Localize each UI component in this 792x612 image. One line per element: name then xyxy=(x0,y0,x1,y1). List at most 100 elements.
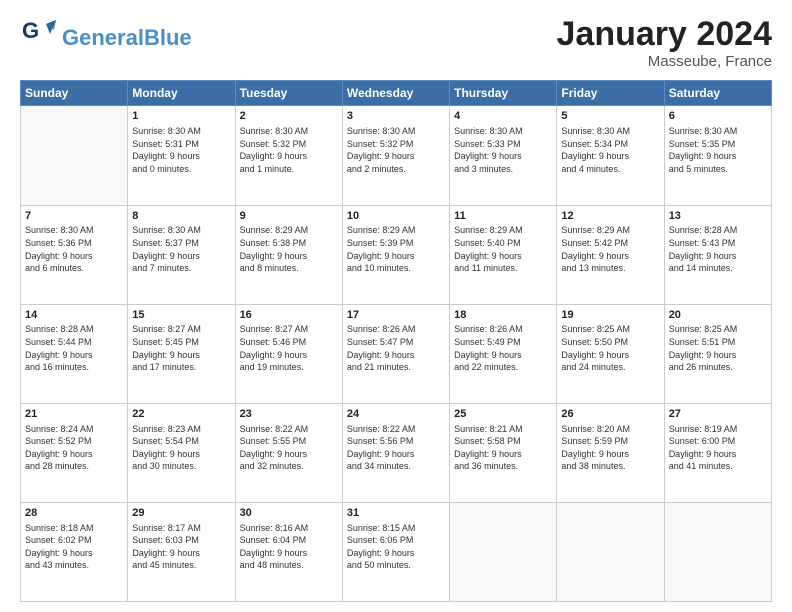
day-info: Sunrise: 8:30 AM xyxy=(132,224,230,237)
day-info: and 10 minutes. xyxy=(347,262,445,275)
day-info: Daylight: 9 hours xyxy=(240,150,338,163)
day-info: and 45 minutes. xyxy=(132,559,230,572)
day-info: Sunset: 5:33 PM xyxy=(454,138,552,151)
day-info: Daylight: 9 hours xyxy=(669,150,767,163)
day-info: Daylight: 9 hours xyxy=(132,150,230,163)
day-info: Daylight: 9 hours xyxy=(454,250,552,263)
table-row: 12Sunrise: 8:29 AMSunset: 5:42 PMDayligh… xyxy=(557,205,664,304)
day-info: Sunset: 5:44 PM xyxy=(25,336,123,349)
day-info: Sunrise: 8:20 AM xyxy=(561,423,659,436)
day-info: and 4 minutes. xyxy=(561,163,659,176)
day-info: Sunset: 5:43 PM xyxy=(669,237,767,250)
day-info: Daylight: 9 hours xyxy=(669,349,767,362)
table-row: 13Sunrise: 8:28 AMSunset: 5:43 PMDayligh… xyxy=(664,205,771,304)
day-info: Sunset: 5:32 PM xyxy=(347,138,445,151)
table-row: 25Sunrise: 8:21 AMSunset: 5:58 PMDayligh… xyxy=(450,403,557,502)
title-area: January 2024 Masseube, France xyxy=(557,16,773,70)
day-info: Sunset: 5:47 PM xyxy=(347,336,445,349)
table-row: 30Sunrise: 8:16 AMSunset: 6:04 PMDayligh… xyxy=(235,502,342,601)
table-row: 11Sunrise: 8:29 AMSunset: 5:40 PMDayligh… xyxy=(450,205,557,304)
day-info: and 24 minutes. xyxy=(561,361,659,374)
day-number: 29 xyxy=(132,506,230,521)
day-info: Daylight: 9 hours xyxy=(347,349,445,362)
header: G GeneralBlue January 2024 Masseube, Fra… xyxy=(20,16,772,70)
table-row: 21Sunrise: 8:24 AMSunset: 5:52 PMDayligh… xyxy=(21,403,128,502)
day-info: Sunrise: 8:27 AM xyxy=(132,323,230,336)
day-info: Daylight: 9 hours xyxy=(240,448,338,461)
day-info: Sunrise: 8:26 AM xyxy=(347,323,445,336)
day-info: Sunset: 5:36 PM xyxy=(25,237,123,250)
day-info: and 8 minutes. xyxy=(240,262,338,275)
day-info: Daylight: 9 hours xyxy=(561,349,659,362)
day-info: Sunset: 5:35 PM xyxy=(669,138,767,151)
day-info: Daylight: 9 hours xyxy=(25,250,123,263)
table-row: 26Sunrise: 8:20 AMSunset: 5:59 PMDayligh… xyxy=(557,403,664,502)
logo-general: General xyxy=(62,25,144,50)
col-thursday: Thursday xyxy=(450,81,557,106)
day-info: Sunset: 5:45 PM xyxy=(132,336,230,349)
day-number: 14 xyxy=(25,308,123,323)
day-info: Sunset: 5:34 PM xyxy=(561,138,659,151)
day-info: Sunset: 6:00 PM xyxy=(669,435,767,448)
logo-text: GeneralBlue xyxy=(62,27,192,49)
day-info: Daylight: 9 hours xyxy=(240,250,338,263)
day-number: 15 xyxy=(132,308,230,323)
day-number: 2 xyxy=(240,109,338,124)
day-info: Sunset: 5:52 PM xyxy=(25,435,123,448)
day-number: 4 xyxy=(454,109,552,124)
day-info: and 30 minutes. xyxy=(132,460,230,473)
day-info: Sunset: 5:38 PM xyxy=(240,237,338,250)
day-info: Daylight: 9 hours xyxy=(669,448,767,461)
day-info: and 21 minutes. xyxy=(347,361,445,374)
day-info: Sunset: 5:37 PM xyxy=(132,237,230,250)
day-info: Daylight: 9 hours xyxy=(561,448,659,461)
day-info: and 48 minutes. xyxy=(240,559,338,572)
day-number: 13 xyxy=(669,209,767,224)
day-number: 8 xyxy=(132,209,230,224)
day-number: 25 xyxy=(454,407,552,422)
day-info: Sunset: 6:02 PM xyxy=(25,534,123,547)
day-info: Sunset: 6:04 PM xyxy=(240,534,338,547)
col-monday: Monday xyxy=(128,81,235,106)
day-info: Sunrise: 8:27 AM xyxy=(240,323,338,336)
day-info: Sunset: 5:55 PM xyxy=(240,435,338,448)
calendar-week-row: 14Sunrise: 8:28 AMSunset: 5:44 PMDayligh… xyxy=(21,304,772,403)
table-row: 14Sunrise: 8:28 AMSunset: 5:44 PMDayligh… xyxy=(21,304,128,403)
day-info: Sunrise: 8:30 AM xyxy=(347,125,445,138)
day-info: Daylight: 9 hours xyxy=(240,349,338,362)
day-info: and 2 minutes. xyxy=(347,163,445,176)
day-info: Sunrise: 8:26 AM xyxy=(454,323,552,336)
day-info: Sunset: 5:51 PM xyxy=(669,336,767,349)
page: G GeneralBlue January 2024 Masseube, Fra… xyxy=(0,0,792,612)
table-row: 27Sunrise: 8:19 AMSunset: 6:00 PMDayligh… xyxy=(664,403,771,502)
day-info: Sunset: 5:56 PM xyxy=(347,435,445,448)
table-row: 5Sunrise: 8:30 AMSunset: 5:34 PMDaylight… xyxy=(557,106,664,205)
day-info: Sunrise: 8:22 AM xyxy=(240,423,338,436)
day-number: 31 xyxy=(347,506,445,521)
day-info: Sunrise: 8:23 AM xyxy=(132,423,230,436)
day-info: Daylight: 9 hours xyxy=(669,250,767,263)
day-info: Sunset: 5:58 PM xyxy=(454,435,552,448)
day-info: Sunset: 5:31 PM xyxy=(132,138,230,151)
day-info: Sunrise: 8:30 AM xyxy=(669,125,767,138)
day-info: and 22 minutes. xyxy=(454,361,552,374)
day-info: Daylight: 9 hours xyxy=(132,250,230,263)
table-row: 2Sunrise: 8:30 AMSunset: 5:32 PMDaylight… xyxy=(235,106,342,205)
day-info: and 13 minutes. xyxy=(561,262,659,275)
day-number: 28 xyxy=(25,506,123,521)
day-info: Daylight: 9 hours xyxy=(454,349,552,362)
day-number: 6 xyxy=(669,109,767,124)
day-info: Sunrise: 8:30 AM xyxy=(454,125,552,138)
day-number: 24 xyxy=(347,407,445,422)
day-info: and 16 minutes. xyxy=(25,361,123,374)
day-info: Sunrise: 8:17 AM xyxy=(132,522,230,535)
day-info: Daylight: 9 hours xyxy=(454,150,552,163)
table-row: 22Sunrise: 8:23 AMSunset: 5:54 PMDayligh… xyxy=(128,403,235,502)
day-info: Sunrise: 8:30 AM xyxy=(561,125,659,138)
day-number: 7 xyxy=(25,209,123,224)
day-info: Daylight: 9 hours xyxy=(347,448,445,461)
table-row: 3Sunrise: 8:30 AMSunset: 5:32 PMDaylight… xyxy=(342,106,449,205)
day-info: Sunset: 5:54 PM xyxy=(132,435,230,448)
logo-icon: G xyxy=(20,16,58,59)
day-info: Sunrise: 8:28 AM xyxy=(669,224,767,237)
